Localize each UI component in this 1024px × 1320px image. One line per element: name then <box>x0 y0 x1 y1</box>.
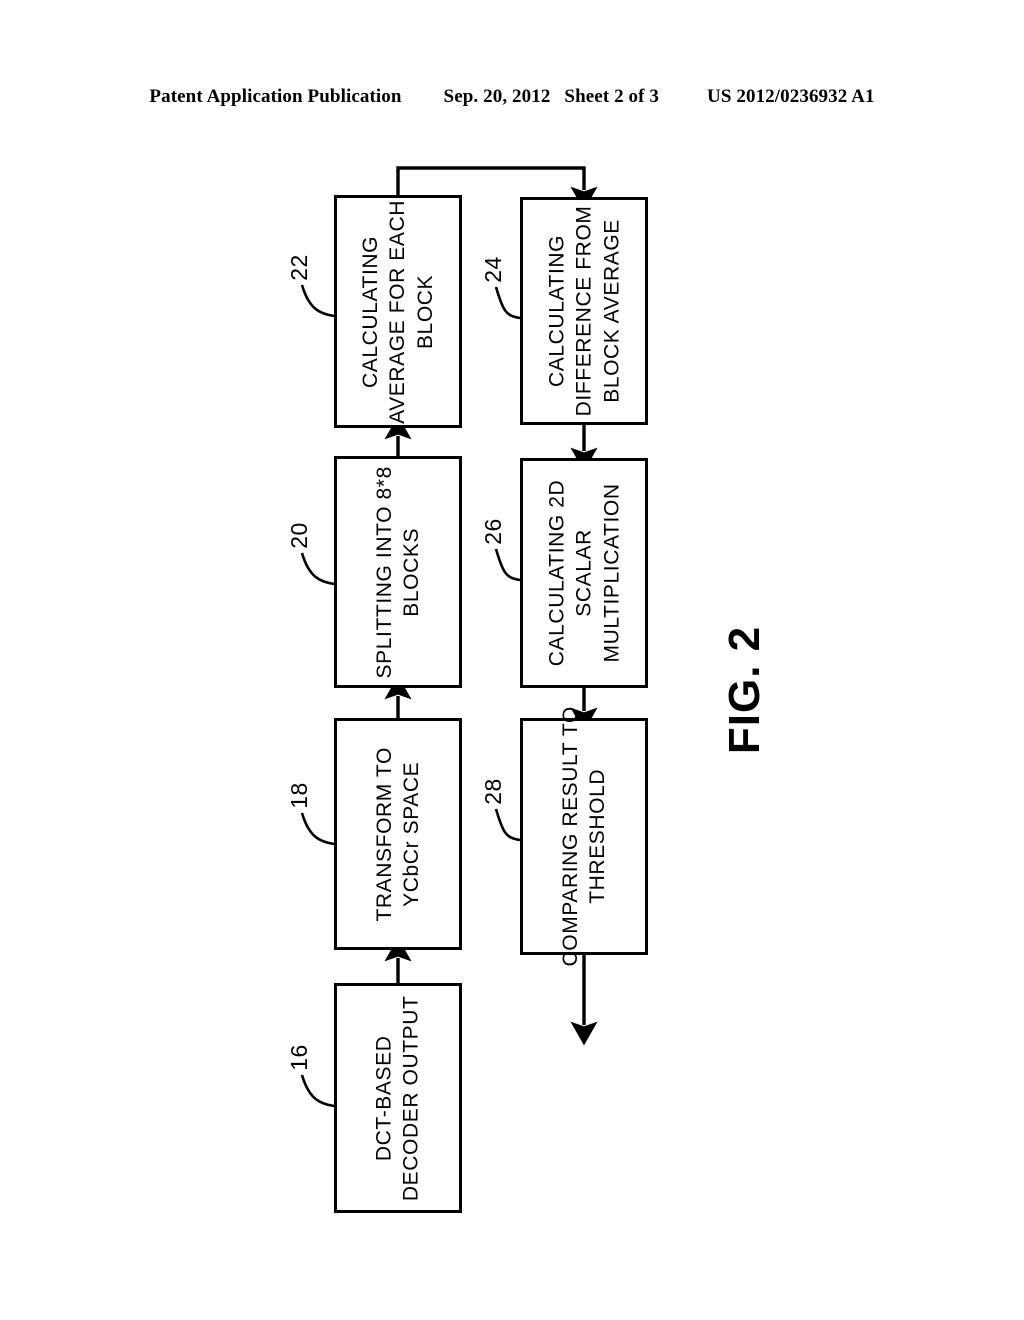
reference-numeral-26: 26 <box>479 518 506 545</box>
leader-line-22 <box>300 284 335 318</box>
process-box-20: SPLITTING INTO 8*8 BLOCKS <box>334 456 462 688</box>
reference-numeral-18: 18 <box>285 782 312 809</box>
leader-line-24 <box>494 286 521 320</box>
reference-numeral-16: 16 <box>285 1044 312 1071</box>
process-box-16-label: DCT-BASED DECODER OUTPUT <box>372 995 424 1201</box>
reference-numeral-22: 22 <box>285 254 312 281</box>
process-box-24-label: CALCULATING DIFFERENCE FROM BLOCK AVERAG… <box>545 205 623 417</box>
process-box-24: CALCULATING DIFFERENCE FROM BLOCK AVERAG… <box>520 197 648 425</box>
figure-caption: FIG. 2 <box>660 600 830 780</box>
process-box-26: CALCULATING 2D SCALAR MULTIPLICATION <box>520 458 648 688</box>
leader-line-18 <box>300 812 335 846</box>
reference-numeral-20: 20 <box>285 522 312 549</box>
process-box-22-label: CALCULATING AVERAGE FOR EACH BLOCK <box>359 199 437 424</box>
figure-caption-text: FIG. 2 <box>720 625 769 755</box>
reference-numeral-24: 24 <box>479 256 506 283</box>
process-box-26-label: CALCULATING 2D SCALAR MULTIPLICATION <box>545 479 623 667</box>
process-box-28-label: COMPARING RESULT TO THRESHOLD <box>558 706 609 967</box>
process-box-22: CALCULATING AVERAGE FOR EACH BLOCK <box>334 195 462 428</box>
process-box-18: TRANSFORM TO YCbCr SPACE <box>334 718 462 950</box>
flowchart-connectors <box>300 166 598 1108</box>
arrow-22-to-24 <box>396 166 598 211</box>
process-box-16: DCT-BASED DECODER OUTPUT <box>334 983 462 1213</box>
process-box-20-label: SPLITTING INTO 8*8 BLOCKS <box>372 465 423 679</box>
leader-line-20 <box>300 552 335 586</box>
process-box-18-label: TRANSFORM TO YCbCr SPACE <box>372 746 423 922</box>
leader-line-26 <box>494 548 521 582</box>
process-box-28: COMPARING RESULT TO THRESHOLD <box>520 706 648 967</box>
patent-figure: DCT-BASED DECODER OUTPUT TRANSFORM TO YC… <box>0 0 1024 1320</box>
leader-line-28 <box>494 808 521 842</box>
leader-line-16 <box>300 1074 335 1108</box>
reference-numeral-28: 28 <box>479 778 506 805</box>
